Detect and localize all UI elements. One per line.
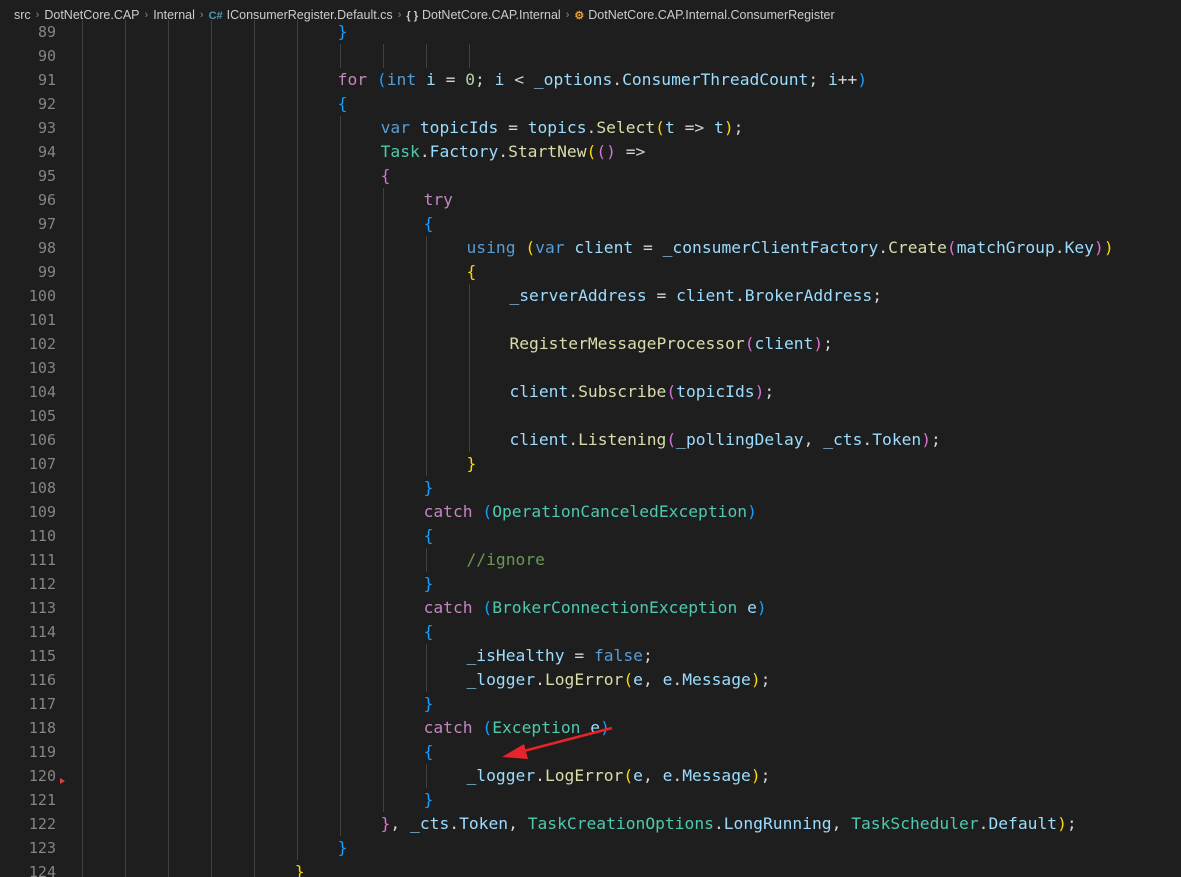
annotation-arrow-shaft xyxy=(519,726,613,754)
annotation-arrow xyxy=(502,726,613,759)
annotation-arrow-head xyxy=(502,744,528,759)
